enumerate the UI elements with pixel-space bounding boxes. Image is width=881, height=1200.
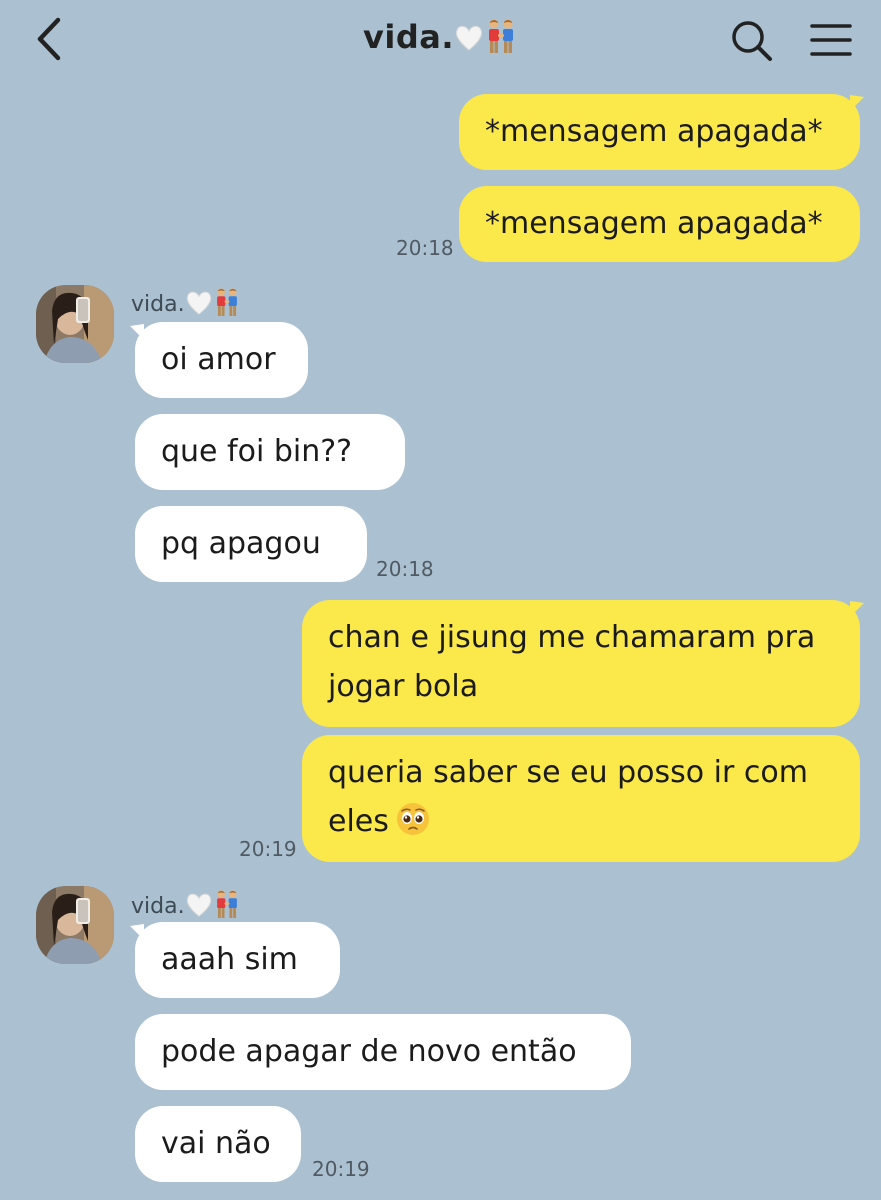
couple-icon [216, 890, 237, 918]
message-sent[interactable]: *mensagem apagada* [459, 186, 860, 262]
sender-name: vida. [131, 287, 241, 317]
hamburger-menu-icon [810, 24, 852, 56]
message-text-line: eles [328, 797, 834, 846]
message-text-line: jogar bola [328, 669, 479, 704]
message-timestamp: 20:18 [376, 557, 434, 581]
message-received[interactable]: oi amor [135, 322, 308, 398]
message-text-line: chan e jisung me chamaram pra [328, 620, 816, 655]
search-button[interactable] [728, 18, 776, 64]
sender-name: vida. [131, 889, 241, 919]
message-sent[interactable]: queria saber se eu posso ir com eles [302, 735, 860, 862]
sender-name-text: vida. [131, 292, 185, 317]
message-sent[interactable]: chan e jisung me chamaram pra jogar bola [302, 600, 860, 727]
white-heart-icon [186, 291, 211, 315]
message-text: pq apagou [161, 526, 321, 561]
menu-button[interactable] [806, 20, 856, 60]
chat-header: vida. [0, 0, 881, 80]
message-received[interactable]: pode apagar de novo então [135, 1014, 631, 1090]
message-timestamp: 20:18 [396, 236, 454, 260]
message-text: que foi bin?? [161, 434, 353, 469]
message-text: aaah sim [161, 942, 298, 977]
message-text: *mensagem apagada* [485, 206, 823, 241]
sender-name-text: vida. [131, 894, 185, 919]
message-received[interactable]: pq apagou [135, 506, 367, 582]
couple-icon [488, 19, 513, 53]
avatar-image [36, 886, 114, 964]
message-text: *mensagem apagada* [485, 114, 823, 149]
couple-icon [216, 288, 237, 316]
message-timestamp: 20:19 [239, 837, 297, 861]
message-text: eles [328, 804, 389, 839]
message-sent[interactable]: *mensagem apagada* [459, 94, 860, 170]
message-text: oi amor [161, 342, 276, 377]
message-text: pode apagar de novo então [161, 1034, 577, 1069]
white-heart-icon [186, 893, 211, 917]
pleading-face-icon [396, 803, 429, 835]
message-received[interactable]: vai não [135, 1106, 301, 1182]
message-received[interactable]: que foi bin?? [135, 414, 405, 490]
chat-title-text: vida. [363, 18, 454, 56]
avatar[interactable] [36, 285, 114, 363]
message-timestamp: 20:19 [312, 1157, 370, 1181]
message-text: vai não [161, 1126, 271, 1161]
message-text-line: queria saber se eu posso ir com [328, 755, 808, 790]
search-icon [732, 21, 772, 61]
message-received[interactable]: aaah sim [135, 922, 340, 998]
avatar-image [36, 285, 114, 363]
white-heart-icon [455, 25, 482, 51]
avatar[interactable] [36, 886, 114, 964]
